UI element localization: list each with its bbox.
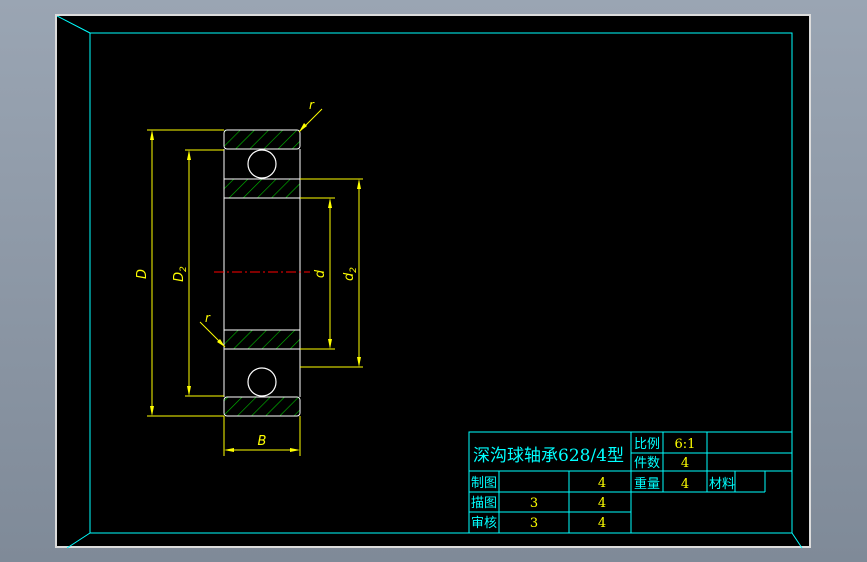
drawing-title: 深沟球轴承628/4型 xyxy=(473,446,624,466)
inner-ring-bottom xyxy=(223,329,301,350)
scale-label: 比例 xyxy=(634,437,660,452)
ball-bottom xyxy=(247,367,277,397)
label-fillet-top: r xyxy=(309,98,315,112)
row-drawn-label: 制图 xyxy=(471,476,497,491)
label-width: B xyxy=(258,434,267,449)
count-value: 4 xyxy=(681,456,689,471)
row-traced-col2: 4 xyxy=(598,496,606,511)
scale-value: 6:1 xyxy=(675,437,696,452)
ball-top xyxy=(247,149,277,179)
inner-ring-top xyxy=(223,178,301,199)
outer-ring-top xyxy=(223,129,301,150)
row-reviewed-col1: 3 xyxy=(530,516,538,531)
row-reviewed-label: 审核 xyxy=(471,516,497,531)
drawing-canvas[interactable]: D D2 d d2 B r r 深沟球轴承628/4型 比例 6:1 件数 4 … xyxy=(55,14,811,549)
row-drawn-col2: 4 xyxy=(598,476,606,491)
label-outer-diameter: D xyxy=(135,269,150,279)
label-fillet-bottom: r xyxy=(205,311,211,325)
row-reviewed-col2: 4 xyxy=(598,516,606,531)
label-bore: d xyxy=(313,269,328,278)
frame-corner-bl xyxy=(66,532,91,549)
weight-label: 重量 xyxy=(634,476,660,492)
frame-corner-br xyxy=(791,532,803,549)
frame-corner-tl xyxy=(57,16,91,34)
label-outer-ring-id: D2 xyxy=(172,266,189,282)
row-traced-col1: 3 xyxy=(530,496,538,511)
outer-ring-bottom xyxy=(223,396,301,417)
weight-value: 4 xyxy=(681,477,689,492)
material-label: 材料 xyxy=(709,477,735,492)
bearing-section xyxy=(214,129,310,417)
count-label: 件数 xyxy=(634,456,660,471)
row-traced-label: 描图 xyxy=(471,496,497,511)
label-inner-ring-od: d2 xyxy=(342,267,359,281)
